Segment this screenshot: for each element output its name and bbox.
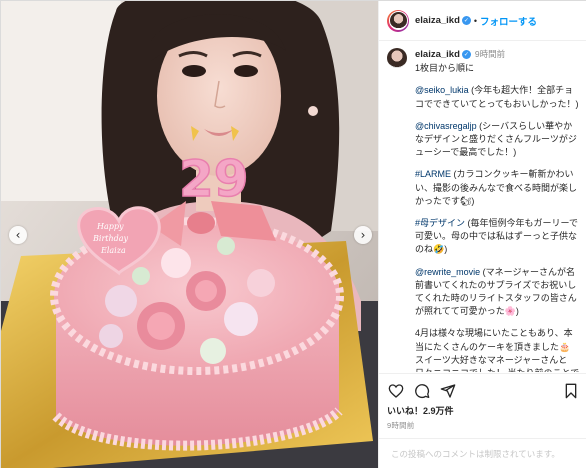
caption-area: elaiza_ikd ✓ 9時間前 1枚目から順に @seiko_lukia (…	[379, 42, 586, 372]
candle-digits: 29	[179, 150, 249, 208]
verified-badge-icon: ✓	[461, 16, 471, 25]
cookie-text-name: Elaiza	[100, 246, 126, 255]
header-username[interactable]: elaiza_ikd	[415, 15, 460, 26]
caption-paragraph: #母デザイン (毎年恒例今年もガーリーで可愛い。母の中では私はずーっと子供なのね…	[415, 217, 580, 257]
caption-text: 1枚目から順に	[415, 63, 475, 74]
hashtag-link[interactable]: #母デザイン	[415, 218, 465, 228]
comment-restricted-bar: この投稿へのコメントは制限されています。	[379, 438, 586, 468]
post-photo[interactable]: 29 Happy Birthday Elaiza ‹ ›	[1, 1, 378, 468]
hashtag-link[interactable]: #LARME	[415, 169, 451, 179]
caption-paragraph: @seiko_lukia (今年も超大作！全部チョコでできていてとってもおいしか…	[415, 84, 580, 110]
caption-paragraph: @chivasregaljp (シーバスらしい華やかなデザインと盛りだくさんフル…	[415, 120, 580, 160]
like-count[interactable]: いいね！2.9万件	[387, 404, 580, 417]
caption-paragraph: 4月は様々な現場にいたこともあり、本当にたくさんのケーキを頂きました🎂 スイーツ…	[415, 327, 580, 372]
mention-link[interactable]: @seiko_lukia	[415, 85, 469, 95]
header-separator: •	[473, 15, 478, 26]
cookie-text-birthday: Birthday	[92, 234, 129, 243]
caption-paragraph: @rewrite_movie (マネージャーさんが名前書いてくれたのサプライズで…	[415, 266, 580, 319]
follow-button[interactable]: フォローする	[480, 14, 537, 28]
post-timestamp[interactable]: 9時間前	[387, 420, 580, 431]
previous-photo-button[interactable]: ‹	[9, 226, 27, 244]
caption-time: 9時間前	[474, 49, 506, 59]
post-side-panel: elaiza_ikd ✓ • フォローする elaiza_ikd ✓ 9時間前 …	[378, 1, 586, 468]
comment-icon[interactable]	[413, 382, 431, 400]
bookmark-icon[interactable]	[562, 382, 580, 400]
instagram-post-embed: 29 Happy Birthday Elaiza ‹ › elaiza_ikd …	[0, 0, 586, 468]
post-header: elaiza_ikd ✓ • フォローする	[379, 1, 586, 41]
action-bar: いいね！2.9万件 9時間前	[379, 373, 586, 431]
avatar[interactable]	[387, 9, 409, 32]
comment-restricted-note: この投稿へのコメントは制限されています。	[391, 449, 560, 459]
next-photo-button[interactable]: ›	[354, 226, 372, 244]
caption-text: 4月は様々な現場にいたこともあり、本当にたくさんのケーキを頂きました🎂 スイーツ…	[415, 328, 579, 372]
mention-link[interactable]: @chivasregaljp	[415, 121, 477, 131]
mention-link[interactable]: @rewrite_movie	[415, 267, 480, 277]
caption-avatar[interactable]	[387, 48, 407, 68]
cookie-text-happy: Happy	[96, 222, 124, 231]
heart-icon[interactable]	[387, 382, 405, 400]
caption-paragraph: #LARME (カラコンクッキー斬新かわいい、撮影の後みんなで食べる時間が楽しか…	[415, 168, 580, 208]
caption-username[interactable]: elaiza_ikd	[415, 48, 460, 61]
share-icon[interactable]	[439, 382, 457, 400]
caption-paragraph: 1枚目から順に	[415, 62, 580, 75]
verified-badge-icon: ✓	[461, 50, 471, 60]
photo-illustration: 29 Happy Birthday Elaiza	[1, 1, 378, 468]
